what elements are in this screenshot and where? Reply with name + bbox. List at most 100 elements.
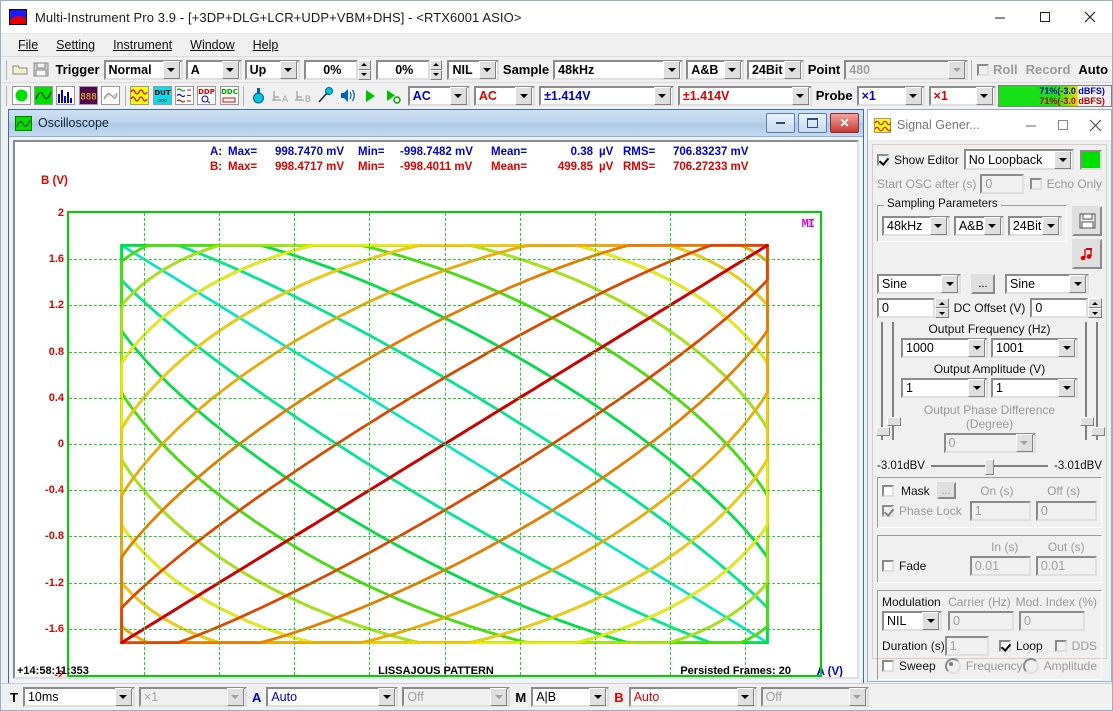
timebase-select[interactable]: 10ms bbox=[23, 687, 135, 707]
mask-checkbox[interactable] bbox=[882, 485, 894, 497]
chevron-down-icon[interactable] bbox=[663, 61, 680, 79]
sweep-checkbox[interactable] bbox=[882, 660, 894, 672]
channels-select[interactable]: A&B bbox=[686, 60, 744, 80]
chevron-down-icon[interactable] bbox=[115, 688, 132, 706]
ddc-icon[interactable]: DDC bbox=[219, 85, 239, 106]
chevron-down-icon[interactable] bbox=[1069, 275, 1086, 293]
run-icon[interactable] bbox=[360, 85, 380, 106]
out-amp-b-select[interactable]: 1 bbox=[991, 378, 1078, 398]
trigger-mode-select[interactable]: Normal bbox=[104, 60, 183, 80]
fade-in-input[interactable]: 0.01 bbox=[970, 556, 1031, 576]
spectrum-icon[interactable] bbox=[56, 85, 76, 106]
menu-item-help[interactable]: Help bbox=[244, 36, 288, 54]
trigger-delay-stepper[interactable] bbox=[430, 60, 443, 80]
fade-checkbox[interactable] bbox=[882, 560, 894, 572]
chevron-down-icon[interactable] bbox=[792, 87, 809, 105]
amplitude-slider-a2[interactable] bbox=[888, 322, 898, 440]
trigger-slope-select[interactable]: Up bbox=[245, 60, 300, 80]
roll-checkbox[interactable] bbox=[977, 64, 989, 76]
out-freq-b-select[interactable]: 1001 bbox=[991, 338, 1078, 358]
chevron-down-icon[interactable] bbox=[515, 87, 532, 105]
chevron-down-icon[interactable] bbox=[930, 217, 947, 235]
dut-icon[interactable]: DUTooo bbox=[152, 85, 172, 106]
trigger-delay-input[interactable]: 0% bbox=[376, 60, 430, 80]
chevron-down-icon[interactable] bbox=[589, 688, 606, 706]
multimeter-icon[interactable] bbox=[174, 85, 194, 106]
run-once-icon[interactable] bbox=[382, 85, 402, 106]
trigger-nil-select[interactable]: NIL bbox=[447, 60, 498, 80]
chevron-down-icon[interactable] bbox=[737, 688, 754, 706]
point-select[interactable]: 480 bbox=[844, 60, 968, 80]
amplitude-slider-a1[interactable] bbox=[877, 322, 887, 440]
off-input[interactable]: 0 bbox=[1036, 501, 1097, 521]
sg-channels-select[interactable]: A&B bbox=[954, 216, 1004, 236]
math-select[interactable]: A|B bbox=[531, 687, 609, 707]
channel-a-off-select[interactable]: Off bbox=[402, 687, 510, 707]
coupling-b-select[interactable]: AC bbox=[474, 86, 535, 106]
carrier-input[interactable]: 0 bbox=[948, 611, 1014, 631]
mask-more-button[interactable]: ... bbox=[937, 482, 956, 499]
close-icon[interactable]: ✕ bbox=[830, 113, 859, 133]
chevron-down-icon[interactable] bbox=[479, 61, 496, 79]
signal-generator-icon[interactable] bbox=[130, 85, 150, 106]
sweep-frequency-radio[interactable] bbox=[945, 658, 961, 674]
show-editor-checkbox[interactable] bbox=[877, 154, 889, 166]
on-input[interactable]: 1 bbox=[970, 501, 1031, 521]
menu-item-window[interactable]: Window bbox=[181, 36, 243, 54]
chevron-down-icon[interactable] bbox=[450, 87, 467, 105]
save-disk-icon[interactable] bbox=[1072, 206, 1102, 236]
coupling-a-select[interactable]: AC bbox=[408, 86, 470, 106]
minimize-icon[interactable] bbox=[1015, 110, 1047, 140]
record-button[interactable]: Record bbox=[1022, 62, 1075, 77]
save-disk-icon[interactable] bbox=[32, 59, 51, 80]
fade-out-input[interactable]: 0.01 bbox=[1036, 556, 1097, 576]
out-freq-a-select[interactable]: 1000 bbox=[901, 338, 988, 358]
close-icon[interactable] bbox=[1067, 1, 1112, 33]
chevron-down-icon[interactable] bbox=[1042, 217, 1059, 235]
trigger-source-select[interactable]: A bbox=[186, 60, 242, 80]
trigger-level-stepper[interactable] bbox=[358, 60, 371, 80]
mod-index-input[interactable]: 0 bbox=[1019, 611, 1085, 631]
maximize-icon[interactable] bbox=[1022, 1, 1067, 33]
chevron-down-icon[interactable] bbox=[378, 688, 395, 706]
maximize-icon[interactable] bbox=[1047, 110, 1079, 140]
waveform-b-select[interactable]: Sine bbox=[1005, 274, 1089, 294]
3d-plot-icon[interactable] bbox=[100, 85, 120, 106]
chevron-down-icon[interactable] bbox=[948, 61, 965, 79]
bits-select[interactable]: 24Bit bbox=[747, 60, 804, 80]
chevron-down-icon[interactable] bbox=[1058, 379, 1075, 397]
balance-slider[interactable] bbox=[931, 459, 1048, 473]
modulation-select[interactable]: NIL bbox=[882, 611, 942, 631]
sample-rate-select[interactable]: 48kHz bbox=[553, 60, 683, 80]
loopback-select[interactable]: No Loopback bbox=[964, 149, 1074, 170]
amplitude-slider-b2[interactable] bbox=[1092, 322, 1102, 440]
range-a-select[interactable]: ±1.414V bbox=[539, 86, 674, 106]
chevron-down-icon[interactable] bbox=[784, 61, 801, 79]
sg-sample-rate-select[interactable]: 48kHz bbox=[882, 216, 950, 236]
probe-b-select[interactable]: ×1 bbox=[929, 86, 996, 106]
timebase-mult-select[interactable]: ×1 bbox=[139, 687, 247, 707]
dds-checkbox[interactable] bbox=[1055, 640, 1067, 652]
chevron-down-icon[interactable] bbox=[968, 379, 985, 397]
chevron-down-icon[interactable] bbox=[976, 87, 993, 105]
auto-button[interactable]: Auto bbox=[1074, 62, 1112, 77]
tweak-icon[interactable] bbox=[315, 85, 335, 106]
chevron-down-icon[interactable] bbox=[163, 61, 180, 79]
start-osc-input[interactable]: 0 bbox=[980, 174, 1023, 194]
chevron-down-icon[interactable] bbox=[1054, 151, 1071, 169]
waveform-icon[interactable] bbox=[33, 85, 53, 106]
channel-b-select[interactable]: Auto bbox=[629, 687, 757, 707]
menu-item-setting[interactable]: Setting bbox=[47, 36, 104, 54]
chevron-down-icon[interactable] bbox=[968, 339, 985, 357]
chevron-down-icon[interactable] bbox=[905, 87, 922, 105]
amplitude-slider-b1[interactable] bbox=[1081, 322, 1091, 440]
counter-icon[interactable]: 888 bbox=[78, 85, 98, 106]
chevron-down-icon[interactable] bbox=[1016, 434, 1033, 452]
sweep-amplitude-radio[interactable] bbox=[1023, 658, 1039, 674]
chevron-down-icon[interactable] bbox=[941, 275, 958, 293]
echo-only-checkbox[interactable] bbox=[1030, 178, 1042, 190]
chevron-down-icon[interactable] bbox=[984, 217, 1001, 235]
trigger-level-input[interactable]: 0% bbox=[304, 60, 358, 80]
chevron-down-icon[interactable] bbox=[724, 61, 741, 79]
sg-bits-select[interactable]: 24Bit bbox=[1008, 216, 1062, 236]
